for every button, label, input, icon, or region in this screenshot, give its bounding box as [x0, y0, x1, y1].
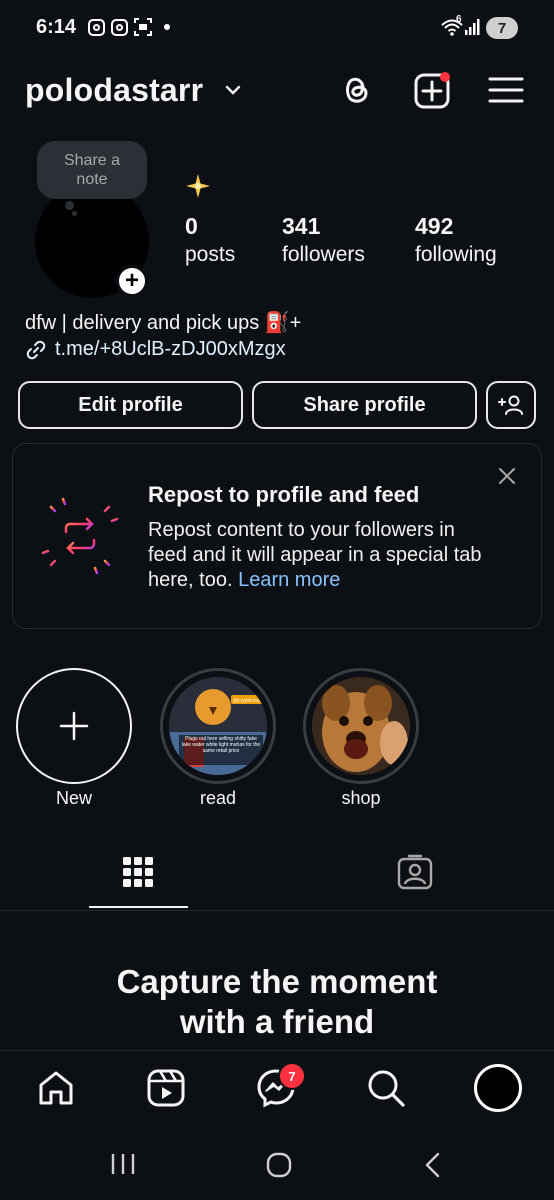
empty-state-line1: Capture the moment: [116, 963, 438, 1000]
profile-bio: dfw | delivery and pick ups ⛽+: [25, 312, 302, 334]
highlight-read-image: @crypticmuha Plugs out here selling shit…: [169, 677, 267, 775]
add-story-icon[interactable]: +: [116, 265, 148, 297]
stat-label: followers: [282, 243, 365, 266]
stat-followers[interactable]: 341 followers: [282, 212, 365, 270]
highlight-read-tag: @crypticmuha: [233, 698, 265, 704]
threads-icon[interactable]: [336, 70, 376, 110]
profile-tab-avatar[interactable]: [474, 1064, 522, 1112]
status-notification-icons: [88, 18, 170, 36]
link-icon: [26, 340, 46, 359]
tagged-icon[interactable]: [397, 854, 433, 890]
back-icon[interactable]: [422, 1152, 444, 1178]
close-icon[interactable]: [498, 467, 516, 485]
more-notifications-dot: [164, 24, 170, 30]
messages-badge: 7: [278, 1062, 306, 1090]
share-note-bubble[interactable]: Share a note: [37, 141, 147, 199]
note-text-line1: Share a: [63, 152, 121, 169]
discover-people-button[interactable]: [486, 381, 536, 429]
add-person-icon: [498, 395, 523, 415]
screenshot-icon: [134, 18, 152, 36]
empty-state-line2: with a friend: [179, 1003, 375, 1040]
repost-icon: [36, 492, 124, 580]
learn-more-link[interactable]: Learn more: [238, 569, 340, 591]
signal-icon: [465, 19, 480, 35]
note-bubble-tail-small: [72, 211, 77, 216]
note-bubble-tail: [65, 201, 74, 210]
stat-label: posts: [185, 243, 236, 266]
status-time: 6:14: [36, 16, 77, 38]
stat-value: 492: [415, 213, 454, 239]
note-text-line2: note: [76, 171, 108, 188]
profile-link[interactable]: t.me/+8UclB-zDJ00xMzgx: [25, 338, 286, 361]
wifi-generation: 6: [456, 14, 462, 25]
recent-apps-icon[interactable]: [110, 1152, 136, 1176]
highlight-read-caption: Plugs out here selling shitty fake lake …: [181, 736, 261, 754]
stat-posts[interactable]: 0 posts: [185, 212, 235, 270]
highlight-read[interactable]: @crypticmuha Plugs out here selling shit…: [160, 668, 276, 784]
stat-following[interactable]: 492 following: [415, 212, 497, 270]
search-icon[interactable]: [366, 1068, 406, 1108]
stat-label: following: [415, 243, 497, 266]
battery-indicator: 7: [486, 17, 518, 39]
grid-icon[interactable]: [122, 856, 154, 888]
empty-state-heading: Capture the moment with a friend: [0, 962, 554, 1042]
repost-card-body: Repost content to your followers in feed…: [148, 518, 498, 593]
tab-divider: [0, 910, 554, 911]
home-icon[interactable]: [36, 1068, 76, 1108]
plus-icon: [59, 711, 89, 741]
menu-icon[interactable]: [486, 70, 526, 110]
active-tab-indicator: [89, 906, 188, 908]
instagram-notification-icon-2: [111, 18, 128, 36]
highlight-label-new: New: [55, 788, 92, 808]
stat-value: 0: [185, 213, 198, 239]
chevron-down-icon[interactable]: [224, 82, 242, 98]
repost-card-title: Repost to profile and feed: [148, 482, 420, 507]
reels-icon[interactable]: [146, 1068, 186, 1108]
profile-link-text: t.me/+8UclB-zDJ00xMzgx: [55, 338, 286, 360]
profile-username[interactable]: polodastarr: [25, 72, 203, 109]
share-profile-button[interactable]: Share profile: [252, 381, 477, 429]
highlight-shop-image: [312, 677, 410, 775]
new-highlight-button[interactable]: [16, 668, 132, 784]
home-button-icon[interactable]: [265, 1151, 293, 1179]
sparkle-icon: [186, 174, 210, 198]
instagram-notification-icon: [88, 18, 105, 36]
highlight-shop[interactable]: [303, 668, 419, 784]
highlight-label-shop: shop: [341, 788, 381, 808]
stat-value: 341: [282, 213, 321, 239]
edit-profile-button[interactable]: Edit profile: [18, 381, 243, 429]
highlight-label-read: read: [199, 788, 237, 808]
create-notification-dot: [440, 72, 450, 82]
